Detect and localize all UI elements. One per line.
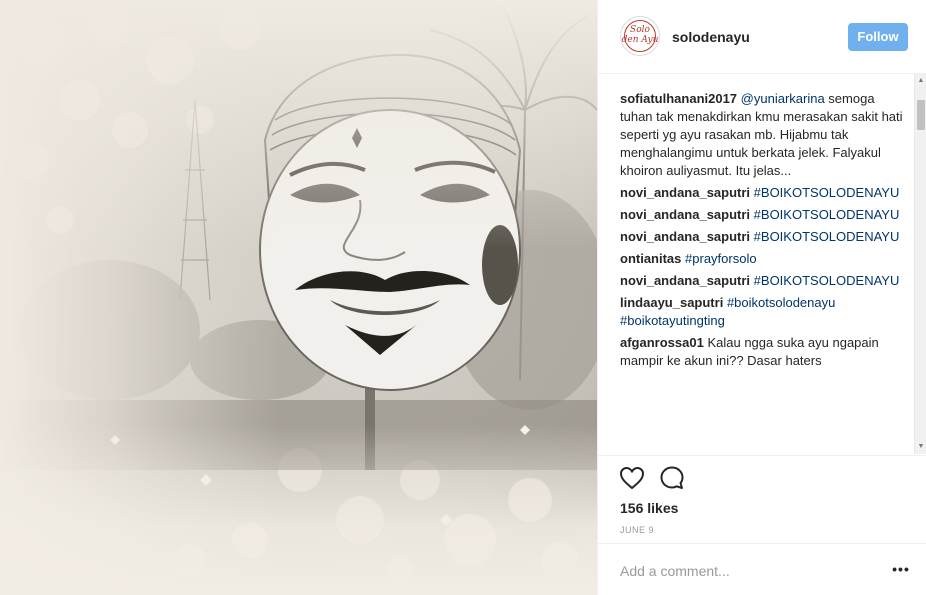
post-username[interactable]: solodenayu: [672, 29, 750, 45]
scroll-up-arrow-icon[interactable]: ▲: [915, 76, 926, 86]
comment-text[interactable]: #BOIKOTSOLODENAYU: [754, 273, 900, 288]
post-date: JUNE 9: [620, 525, 655, 535]
speech-bubble-icon[interactable]: [658, 464, 686, 492]
comment-username[interactable]: afganrossa01: [620, 335, 704, 350]
avatar[interactable]: Solo den Ayu: [620, 16, 660, 56]
add-comment-bar: •••: [598, 543, 926, 595]
comment-username[interactable]: novi_andana_saputri: [620, 207, 750, 222]
heart-icon[interactable]: [618, 464, 646, 492]
likes-count[interactable]: 156 likes: [620, 500, 678, 516]
comment-item: novi_andana_saputri #BOIKOTSOLODENAYU: [620, 184, 904, 202]
comment-item: novi_andana_saputri #BOIKOTSOLODENAYU: [620, 228, 904, 246]
comment-text[interactable]: #BOIKOTSOLODENAYU: [754, 207, 900, 222]
photo-fade-bottom: [0, 425, 597, 595]
comment-item: sofiatulhanani2017 @yuniarkarina semoga …: [620, 90, 904, 180]
post-actions: 156 likes JUNE 9 •••: [598, 455, 926, 595]
post-header: Solo den Ayu solodenayu Follow: [598, 0, 926, 74]
post-photo: [0, 0, 597, 595]
comment-text[interactable]: #BOIKOTSOLODENAYU: [754, 229, 900, 244]
comment-username[interactable]: novi_andana_saputri: [620, 185, 750, 200]
scroll-down-arrow-icon[interactable]: ▼: [915, 442, 926, 452]
comment-item: ontianitas #prayforsolo: [620, 250, 904, 268]
comment-username[interactable]: sofiatulhanani2017: [620, 91, 737, 106]
comment-item: novi_andana_saputri #BOIKOTSOLODENAYU: [620, 206, 904, 224]
comment-item: afganrossa01 Kalau ngga suka ayu ngapain…: [620, 334, 904, 370]
comment-input[interactable]: [620, 559, 860, 583]
more-options-button[interactable]: •••: [890, 562, 912, 578]
comment-item: novi_andana_saputri #BOIKOTSOLODENAYU: [620, 272, 904, 290]
comment-username[interactable]: lindaayu_saputri: [620, 295, 723, 310]
comments-list[interactable]: #supportayutingting #supportayutingtings…: [598, 62, 918, 455]
comment-username[interactable]: ontianitas: [620, 251, 681, 266]
comments-scrollbar[interactable]: ▲ ▼: [914, 74, 926, 454]
comment-text[interactable]: #BOIKOTSOLODENAYU: [754, 185, 900, 200]
comment-mention[interactable]: @yuniarkarina: [741, 91, 825, 106]
scroll-thumb[interactable]: [917, 100, 925, 130]
comment-username[interactable]: novi_andana_saputri: [620, 229, 750, 244]
comment-text[interactable]: #prayforsolo: [685, 251, 757, 266]
avatar-logo-text: Solo den Ayu: [621, 25, 659, 45]
comment-item: lindaayu_saputri #boikotsolodenayu #boik…: [620, 294, 904, 330]
post-side-panel: #supportayutingting #supportayutingtings…: [597, 0, 926, 595]
comment-username[interactable]: novi_andana_saputri: [620, 273, 750, 288]
follow-button[interactable]: Follow: [848, 23, 908, 51]
